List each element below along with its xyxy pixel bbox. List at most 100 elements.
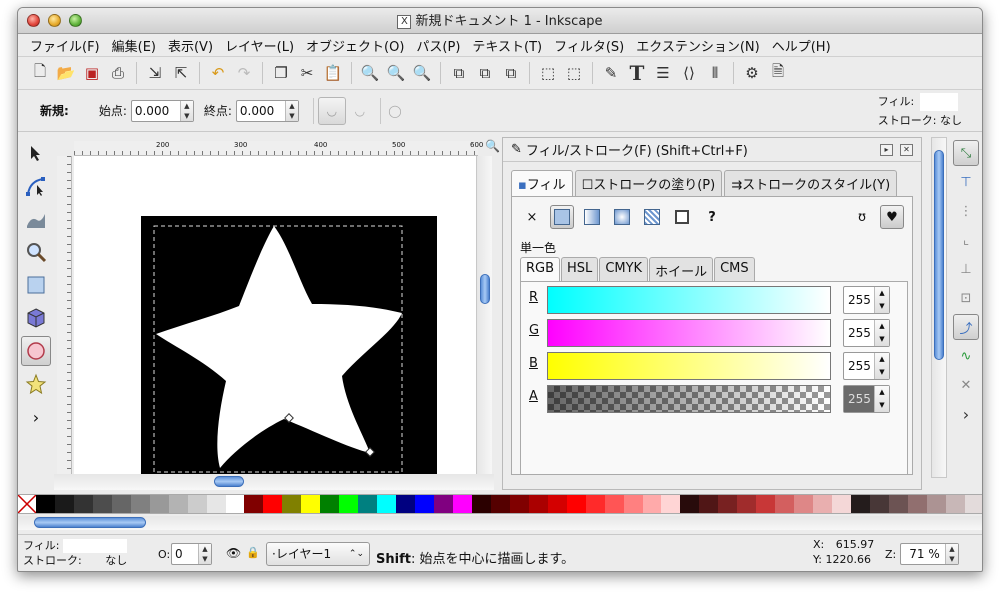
palette-swatch[interactable] <box>737 495 757 513</box>
selector-tool-icon[interactable] <box>21 138 51 168</box>
more-snap-chevron-icon[interactable]: › <box>953 401 979 427</box>
star-tool-icon[interactable] <box>21 369 51 399</box>
fill-swatch[interactable] <box>920 93 959 111</box>
swatch-icon[interactable] <box>670 205 694 229</box>
snap-nodes-icon[interactable]: ⤴ <box>953 314 979 340</box>
dock-vscroll-thumb[interactable] <box>934 150 944 360</box>
new-document-icon[interactable]: 🗋 <box>28 61 52 85</box>
no-color-swatch-icon[interactable] <box>18 494 37 514</box>
save-icon[interactable]: ▣ <box>80 61 104 85</box>
import-icon[interactable]: ⇲ <box>143 61 167 85</box>
evenodd-fill-icon[interactable]: ʊ <box>850 205 874 229</box>
palette-swatch[interactable] <box>604 495 624 513</box>
alpha-spinner[interactable]: 255 ▲ ▼ <box>843 385 890 413</box>
palette-swatch[interactable] <box>585 495 605 513</box>
start-angle-value[interactable]: 0.000 <box>132 104 180 118</box>
menu-extensions[interactable]: エクステンション(N) <box>630 36 765 55</box>
zoom-spinner[interactable]: 71 % ▲ ▼ <box>900 543 959 565</box>
menu-help[interactable]: ヘルプ(H) <box>766 36 837 55</box>
snap-bbox-midpoint-icon[interactable]: ⊥ <box>953 256 979 282</box>
palette-swatch[interactable] <box>377 495 397 513</box>
spinner-arrows-icon[interactable]: ▲ ▼ <box>284 100 298 121</box>
rectangle-tool-icon[interactable] <box>21 270 51 300</box>
palette-scrollbar[interactable] <box>18 516 982 530</box>
ellipse-tool-icon[interactable] <box>21 336 51 366</box>
palette-swatch[interactable] <box>396 495 416 513</box>
canvas-vscroll-thumb[interactable] <box>480 274 490 304</box>
duplicate-icon[interactable]: ⧉ <box>447 61 471 85</box>
tab-cms[interactable]: CMS <box>714 257 755 283</box>
palette-swatch[interactable] <box>358 495 378 513</box>
snap-bbox-corner-icon[interactable]: ⌞ <box>953 227 979 253</box>
tab-stroke-paint[interactable]: ☐ストロークの塗り(P) <box>574 170 723 196</box>
palette-swatch[interactable] <box>111 495 131 513</box>
palette-swatch[interactable] <box>547 495 567 513</box>
undo-icon[interactable]: ↶ <box>206 61 230 85</box>
tab-stroke-style[interactable]: ⇉ストロークのスタイル(Y) <box>724 170 898 196</box>
palette-swatch[interactable] <box>244 495 264 513</box>
palette-swatch[interactable] <box>680 495 700 513</box>
palette-swatch[interactable] <box>509 495 529 513</box>
unset-paint-icon[interactable]: ? <box>700 205 724 229</box>
palette-swatch[interactable] <box>850 495 870 513</box>
canvas-horizontal-scrollbar[interactable] <box>54 474 494 490</box>
zoom-window-button[interactable] <box>69 14 82 27</box>
palette-swatch[interactable] <box>528 495 548 513</box>
palette-swatch[interactable] <box>813 495 833 513</box>
palette-swatch[interactable] <box>168 495 188 513</box>
tab-wheel[interactable]: ホイール <box>649 257 714 283</box>
palette-swatch[interactable] <box>490 495 510 513</box>
dock-vertical-scrollbar[interactable] <box>931 137 947 478</box>
close-dock-icon[interactable]: ✕ <box>900 144 913 156</box>
palette-swatch[interactable] <box>964 495 982 513</box>
palette-swatch[interactable] <box>869 495 889 513</box>
palette-swatch[interactable] <box>452 495 472 513</box>
end-angle-spinner[interactable]: 0.000 ▲ ▼ <box>235 99 299 122</box>
layer-selector[interactable]: ·レイヤー1 ⌃⌄ <box>266 542 370 566</box>
zoom-drawing-icon[interactable]: 🔍 <box>384 61 408 85</box>
canvas-vertical-scrollbar[interactable] <box>476 156 492 476</box>
radial-gradient-icon[interactable] <box>610 205 634 229</box>
status-fill-swatch[interactable] <box>63 539 127 553</box>
palette-swatch[interactable] <box>907 495 927 513</box>
menu-view[interactable]: 表示(V) <box>162 36 219 55</box>
blue-spinner[interactable]: 255 ▲ ▼ <box>843 352 890 380</box>
palette-swatch[interactable] <box>775 495 795 513</box>
palette-scroll-thumb[interactable] <box>34 517 146 528</box>
tab-cmyk[interactable]: CMYK <box>599 257 649 283</box>
palette-swatch[interactable] <box>54 495 74 513</box>
menu-object[interactable]: オブジェクト(O) <box>300 36 410 55</box>
visibility-eye-icon[interactable]: 👁 <box>226 546 241 560</box>
group-icon[interactable]: ⬚ <box>536 61 560 85</box>
clone-icon[interactable]: ⧉ <box>473 61 497 85</box>
flat-color-icon[interactable] <box>550 205 574 229</box>
3d-box-tool-icon[interactable] <box>21 303 51 333</box>
menu-path[interactable]: パス(P) <box>410 36 466 55</box>
palette-swatch[interactable] <box>832 495 851 513</box>
iconify-dock-icon[interactable]: ▸ <box>880 144 893 156</box>
arc-segment-button[interactable]: ◡ <box>346 97 374 125</box>
copy-icon[interactable]: ❐ <box>269 61 293 85</box>
spinner-arrows-icon[interactable]: ▲ ▼ <box>179 100 193 121</box>
palette-swatch[interactable] <box>187 495 207 513</box>
tweak-tool-icon[interactable] <box>21 204 51 234</box>
tab-rgb[interactable]: RGB <box>520 257 561 283</box>
palette-swatch[interactable] <box>415 495 435 513</box>
document-properties-icon[interactable]: 🗎 <box>766 61 790 85</box>
zoom-page-icon[interactable]: 🔍 <box>410 61 434 85</box>
palette-swatch[interactable] <box>263 495 283 513</box>
snap-bbox-center-icon[interactable]: ⊡ <box>953 285 979 311</box>
tab-fill[interactable]: ▪フィル <box>511 170 573 196</box>
export-icon[interactable]: ⇱ <box>169 61 193 85</box>
pattern-icon[interactable] <box>640 205 664 229</box>
snap-bbox-icon[interactable]: ⊤ <box>953 169 979 195</box>
snap-path-icon[interactable]: ∿ <box>953 343 979 369</box>
end-angle-value[interactable]: 0.000 <box>237 104 285 118</box>
no-paint-icon[interactable]: × <box>520 205 544 229</box>
palette-swatch[interactable] <box>320 495 340 513</box>
menu-layer[interactable]: レイヤー(L) <box>219 36 300 55</box>
green-spinner[interactable]: 255 ▲ ▼ <box>843 319 890 347</box>
palette-swatch[interactable] <box>36 495 55 513</box>
palette-swatch[interactable] <box>339 495 359 513</box>
red-spinner[interactable]: 255 ▲ ▼ <box>843 286 890 314</box>
